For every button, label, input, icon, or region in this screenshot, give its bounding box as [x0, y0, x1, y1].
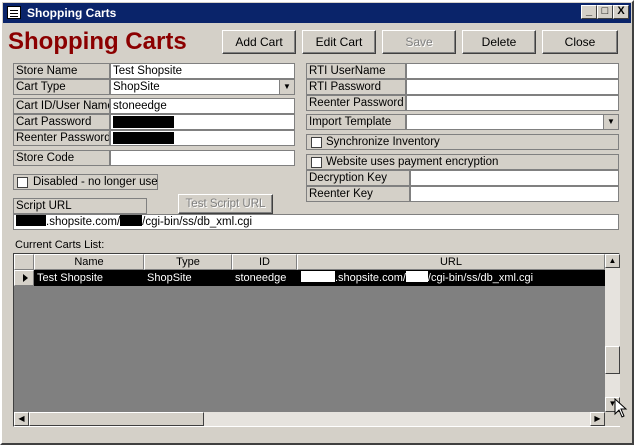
save-button[interactable]: Save	[382, 30, 456, 54]
import-template-label: Import Template	[306, 114, 406, 130]
close-window-button[interactable]: X	[613, 5, 629, 19]
rti-username-field[interactable]	[406, 63, 619, 79]
form-icon	[7, 6, 21, 19]
mouse-cursor-icon	[614, 398, 628, 418]
horizontal-scrollbar[interactable]: ◀ ▶	[14, 412, 605, 426]
rti-username-label: RTI UserName	[306, 63, 406, 79]
carts-grid[interactable]: Name Type ID URL Test Shopsite ShopSite …	[13, 253, 620, 427]
column-header-url[interactable]: URL	[297, 254, 605, 270]
payment-encryption-label: Website uses payment encryption	[326, 156, 499, 168]
redacted-subdomain	[301, 271, 335, 282]
reenter-password-field[interactable]	[110, 130, 295, 146]
cart-id-field[interactable]: stoneedge	[110, 98, 295, 114]
store-name-field[interactable]: Test Shopsite	[110, 63, 295, 79]
add-cart-button[interactable]: Add Cart	[222, 30, 296, 54]
vertical-scrollbar[interactable]: ▲ ▼	[605, 254, 620, 412]
close-button[interactable]: Close	[542, 30, 618, 54]
script-url-host: .shopsite.com/	[46, 216, 121, 228]
store-code-label: Store Code	[13, 150, 110, 166]
reenter-key-label: Reenter Key	[306, 186, 410, 202]
store-name-label: Store Name	[13, 63, 110, 79]
payment-encryption-checkbox[interactable]	[311, 157, 322, 168]
form-heading: Shopping Carts	[8, 28, 187, 55]
chevron-down-icon[interactable]: ▼	[279, 80, 294, 94]
row-selector-header	[14, 254, 34, 270]
rti-password-label: RTI Password	[306, 79, 406, 95]
scroll-right-button[interactable]: ▶	[590, 412, 605, 426]
cell-url[interactable]: .shopsite.com/ /cgi-bin/ss/db_xml.cgi	[297, 270, 605, 286]
script-url-path: /cgi-bin/ss/db_xml.cgi	[142, 216, 253, 228]
test-script-url-button[interactable]: Test Script URL	[178, 194, 273, 214]
disabled-label: Disabled - no longer used	[33, 176, 158, 188]
cart-type-label: Cart Type	[13, 79, 110, 95]
redacted-password	[113, 116, 174, 128]
store-code-field[interactable]	[110, 150, 295, 166]
sync-inventory-label: Synchronize Inventory	[326, 136, 440, 148]
import-template-select[interactable]: ▼	[406, 114, 619, 130]
current-record-arrow-icon	[23, 274, 28, 282]
cart-id-label: Cart ID/User Name	[13, 98, 110, 114]
decryption-key-label: Decryption Key	[306, 170, 410, 186]
sync-inventory-row[interactable]: Synchronize Inventory	[306, 134, 619, 150]
cell-url-host: .shopsite.com/	[335, 272, 406, 284]
edit-cart-button[interactable]: Edit Cart	[302, 30, 376, 54]
carts-list-label: Current Carts List:	[15, 239, 105, 251]
redacted-path	[120, 215, 143, 226]
reenter-password-label: Reenter Password	[13, 130, 110, 146]
cell-name[interactable]: Test Shopsite	[34, 270, 144, 286]
rti-reenter-password-label: Reenter Password	[306, 95, 406, 111]
cart-password-label: Cart Password	[13, 114, 110, 130]
disabled-checkbox[interactable]	[17, 177, 28, 188]
cell-url-path: /cgi-bin/ss/db_xml.cgi	[427, 272, 534, 284]
disabled-checkbox-row[interactable]: Disabled - no longer used	[13, 174, 158, 190]
row-selector[interactable]	[14, 270, 34, 286]
redacted-path	[405, 271, 428, 282]
script-url-field[interactable]: .shopsite.com/ /cgi-bin/ss/db_xml.cgi	[13, 214, 619, 230]
cart-type-select[interactable]: ShopSite ▼	[110, 79, 295, 95]
script-url-label: Script URL	[13, 198, 147, 214]
chevron-down-icon[interactable]: ▼	[603, 115, 618, 129]
rti-password-field[interactable]	[406, 79, 619, 95]
rti-reenter-password-field[interactable]	[406, 95, 619, 111]
redacted-password	[113, 132, 174, 144]
cart-type-value: ShopSite	[113, 81, 160, 93]
horizontal-scroll-thumb[interactable]	[29, 412, 204, 426]
cart-password-field[interactable]	[110, 114, 295, 130]
scroll-up-button[interactable]: ▲	[605, 254, 620, 268]
title-bar[interactable]: Shopping Carts _ □ X	[3, 3, 631, 23]
redacted-subdomain	[16, 215, 46, 226]
column-header-name[interactable]: Name	[34, 254, 144, 270]
table-row[interactable]: Test Shopsite ShopSite stoneedge .shopsi…	[14, 270, 605, 286]
scroll-left-button[interactable]: ◀	[14, 412, 29, 426]
cell-type[interactable]: ShopSite	[144, 270, 232, 286]
sync-inventory-checkbox[interactable]	[311, 137, 322, 148]
decryption-key-field[interactable]	[410, 170, 619, 186]
payment-encryption-row[interactable]: Website uses payment encryption	[306, 154, 619, 170]
vertical-scroll-thumb[interactable]	[605, 346, 620, 374]
reenter-key-field[interactable]	[410, 186, 619, 202]
delete-button[interactable]: Delete	[462, 30, 536, 54]
window-title: Shopping Carts	[27, 6, 117, 20]
column-header-type[interactable]: Type	[144, 254, 232, 270]
minimize-button[interactable]: _	[581, 5, 597, 19]
maximize-button[interactable]: □	[597, 5, 613, 19]
cell-id[interactable]: stoneedge	[232, 270, 297, 286]
column-header-id[interactable]: ID	[232, 254, 297, 270]
